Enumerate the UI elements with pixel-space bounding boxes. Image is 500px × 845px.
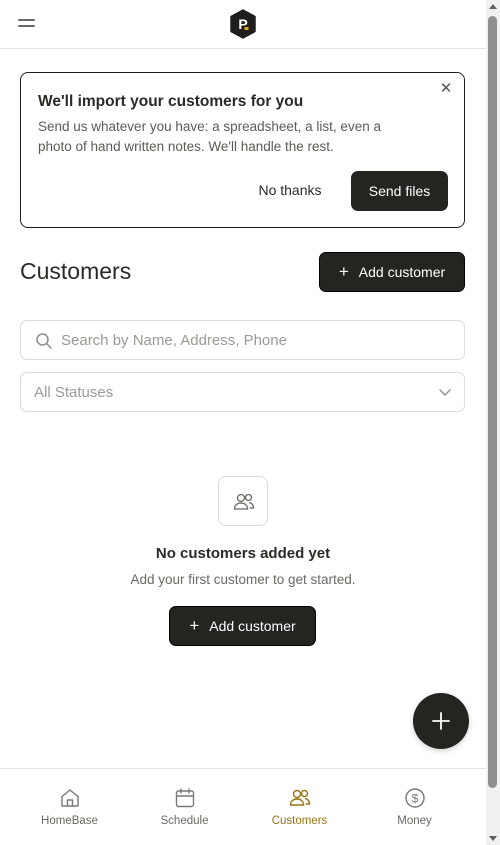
no-thanks-button[interactable]: No thanks	[250, 171, 330, 209]
scroll-up-arrow[interactable]	[489, 4, 497, 9]
scroll-thumb[interactable]	[488, 16, 497, 788]
nav-label: Customers	[271, 815, 328, 827]
top-bar: P	[0, 0, 486, 49]
calendar-icon	[175, 788, 195, 808]
floating-add-button[interactable]	[413, 693, 469, 749]
users-icon	[233, 493, 255, 510]
home-icon	[61, 789, 79, 807]
add-customer-button[interactable]: + Add customer	[319, 252, 465, 292]
nav-item-homebase[interactable]: HomeBase	[12, 769, 127, 845]
empty-state-title: No customers added yet	[155, 545, 331, 562]
plus-icon: +	[189, 616, 200, 635]
scroll-down-arrow[interactable]	[489, 836, 497, 841]
add-customer-label: Add customer	[358, 264, 446, 280]
empty-state-subtitle: Add your first customer to get started.	[130, 572, 356, 587]
nav-label: Money	[397, 815, 432, 827]
search-input[interactable]	[61, 321, 456, 359]
bottom-navigation: HomeBase Schedule Customers $ Money	[0, 768, 486, 845]
plus-icon: +	[338, 262, 349, 281]
status-filter-select[interactable]: All Statuses	[20, 372, 465, 412]
empty-state-add-customer-button[interactable]: + Add customer	[169, 606, 316, 646]
app-logo-icon[interactable]: P	[229, 9, 257, 39]
nav-label: HomeBase	[41, 815, 98, 827]
nav-item-money[interactable]: $ Money	[357, 769, 472, 845]
plus-icon	[432, 712, 450, 730]
send-files-button[interactable]: Send files	[351, 171, 448, 211]
users-icon	[289, 789, 311, 806]
banner-body: Send us whatever you have: a spreadsheet…	[38, 119, 381, 154]
page-scrollbar[interactable]	[486, 0, 500, 845]
empty-add-customer-label: Add customer	[209, 618, 296, 634]
dollar-icon: $	[405, 788, 425, 808]
import-customers-banner: We'll import your customers for you Send…	[20, 72, 465, 228]
nav-item-schedule[interactable]: Schedule	[127, 769, 242, 845]
svg-text:$: $	[412, 792, 419, 806]
banner-title: We'll import your customers for you	[38, 93, 304, 110]
nav-item-customers[interactable]: Customers	[242, 769, 357, 845]
close-icon[interactable]: ✕	[438, 81, 454, 97]
page-title: Customers	[20, 258, 132, 284]
hamburger-icon[interactable]	[18, 16, 36, 30]
nav-label: Schedule	[160, 815, 209, 827]
search-box	[20, 320, 465, 360]
search-icon	[36, 333, 52, 349]
empty-state-icon-box	[218, 476, 268, 526]
status-filter-value: All Statuses	[34, 384, 114, 401]
chevron-down-icon	[439, 389, 451, 396]
